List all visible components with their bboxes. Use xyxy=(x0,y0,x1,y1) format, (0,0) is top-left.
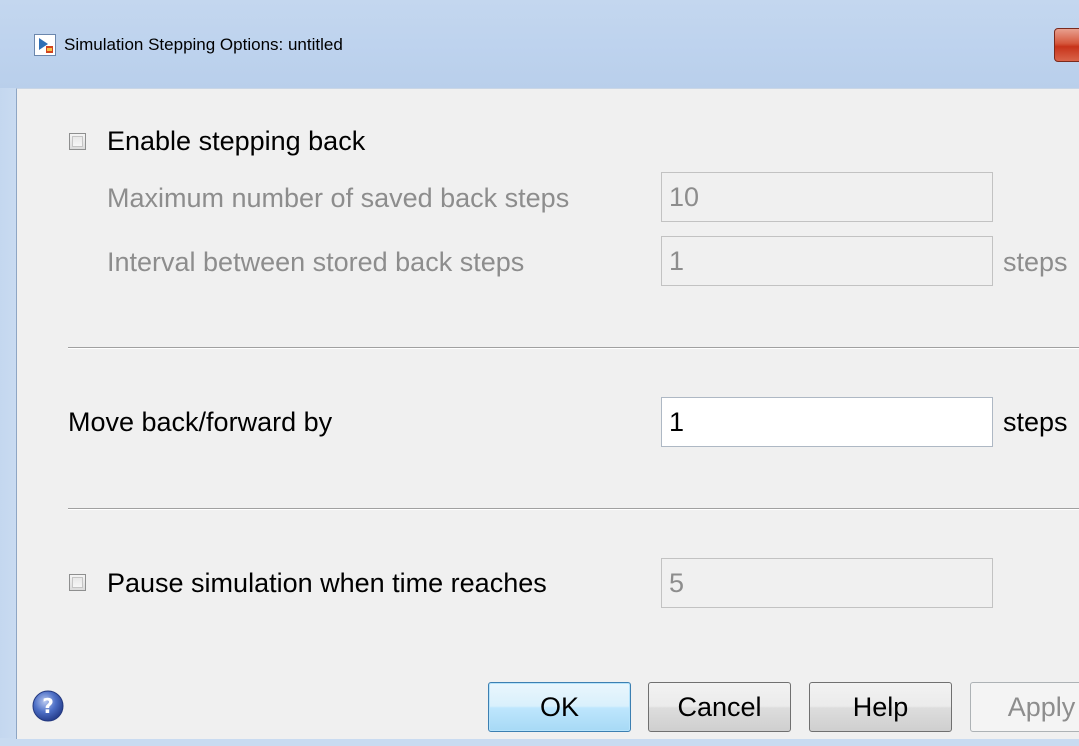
enable-stepping-back-checkbox[interactable] xyxy=(69,133,86,150)
pause-simulation-checkbox[interactable] xyxy=(69,574,86,591)
move-back-forward-field[interactable] xyxy=(661,397,993,447)
window-bottom-border xyxy=(0,738,1079,746)
cancel-button[interactable]: Cancel xyxy=(648,682,791,732)
section-divider xyxy=(68,508,1079,510)
svg-text:?: ? xyxy=(42,694,54,718)
apply-button[interactable]: Apply xyxy=(970,682,1079,732)
interval-steps-unit: steps xyxy=(1003,247,1068,277)
pause-time-field[interactable] xyxy=(661,558,993,608)
section-divider xyxy=(68,347,1079,349)
max-saved-back-steps-field[interactable] xyxy=(661,172,993,222)
stepping-options-dialog: Simulation Stepping Options: untitled En… xyxy=(0,0,1079,746)
interval-back-steps-label: Interval between stored back steps xyxy=(107,247,525,277)
move-steps-unit: steps xyxy=(1003,407,1068,437)
window-left-border xyxy=(0,0,16,746)
close-icon[interactable] xyxy=(1054,28,1079,62)
move-back-forward-label: Move back/forward by xyxy=(68,407,333,437)
simulink-model-icon xyxy=(34,34,56,56)
ok-button[interactable]: OK xyxy=(488,682,631,732)
interval-back-steps-field[interactable] xyxy=(661,236,993,286)
max-saved-back-steps-label: Maximum number of saved back steps xyxy=(107,183,570,213)
enable-stepping-back-label[interactable]: Enable stepping back xyxy=(107,124,365,158)
window-title: Simulation Stepping Options: untitled xyxy=(64,35,343,54)
help-button[interactable]: Help xyxy=(809,682,952,732)
question-circle-icon[interactable]: ? xyxy=(32,690,64,722)
title-bar[interactable]: Simulation Stepping Options: untitled xyxy=(0,0,1079,88)
pause-simulation-label[interactable]: Pause simulation when time reaches xyxy=(107,566,547,600)
